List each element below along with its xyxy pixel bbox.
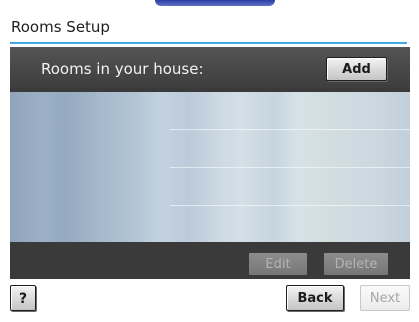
help-button[interactable]: ?: [10, 285, 36, 311]
list-row-divider: [170, 205, 410, 206]
rooms-list-label: Rooms in your house:: [41, 60, 204, 78]
rooms-setup-window: Rooms Setup Rooms in your house: Add Edi…: [1, 8, 416, 320]
rooms-panel: Rooms in your house: Add Edit Delete: [10, 47, 410, 279]
next-button[interactable]: Next: [360, 285, 410, 311]
rooms-panel-header: Rooms in your house: Add: [10, 47, 410, 88]
page-title: Rooms Setup: [11, 18, 110, 36]
rooms-list[interactable]: [10, 92, 410, 242]
delete-room-button[interactable]: Delete: [323, 252, 389, 276]
list-row-divider: [170, 167, 410, 168]
top-accent-bar: [155, 0, 275, 6]
rooms-panel-footer: Edit Delete: [10, 242, 410, 279]
navigation-bar: ? Back Next: [10, 282, 410, 316]
add-room-button[interactable]: Add: [326, 57, 387, 81]
back-button[interactable]: Back: [286, 285, 344, 311]
edit-room-button[interactable]: Edit: [248, 252, 308, 276]
list-row-divider: [170, 129, 410, 130]
title-bar: Rooms Setup: [10, 14, 407, 44]
